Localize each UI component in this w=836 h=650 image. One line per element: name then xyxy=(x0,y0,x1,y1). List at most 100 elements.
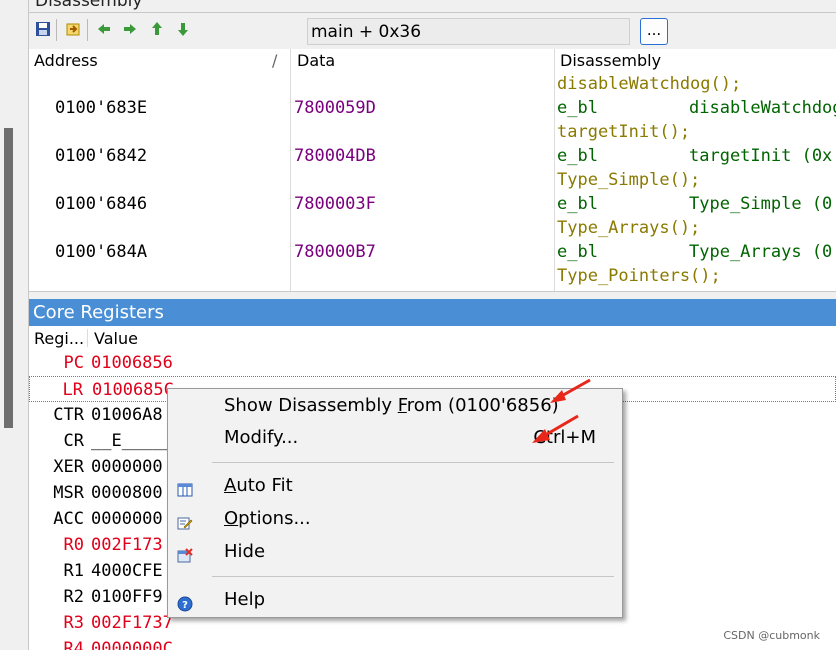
instruction-address: 0100'683E xyxy=(55,98,148,118)
column-resize-marker: / xyxy=(272,51,278,70)
save-icon[interactable] xyxy=(35,21,51,37)
instruction-operand: disableWatchdog xyxy=(689,98,836,118)
instruction-mnemonic: e_bl xyxy=(557,242,598,262)
register-name: MSR xyxy=(53,483,84,503)
menu-item-label: Options... xyxy=(224,504,311,534)
menu-item-label: Hide xyxy=(224,541,266,562)
menu-item-label: Help xyxy=(224,589,266,610)
arrow-right-icon[interactable] xyxy=(122,21,138,37)
register-name: R3 xyxy=(63,613,84,633)
address-expression-input[interactable]: main + 0x36 xyxy=(307,18,630,45)
register-value[interactable]: 0100685C xyxy=(92,377,174,403)
register-name: R2 xyxy=(63,587,84,607)
instruction-data: 7800059D xyxy=(294,98,376,118)
instruction-address: 0100'6846 xyxy=(55,194,148,214)
annotation-arrow-icon xyxy=(550,378,591,403)
register-value[interactable]: 01006A8 xyxy=(91,402,163,428)
menu-item-help[interactable]: ? Help xyxy=(168,585,622,615)
register-name: R1 xyxy=(63,561,84,581)
register-value[interactable]: 0000800 xyxy=(91,480,163,506)
arrow-down-icon[interactable] xyxy=(175,21,191,37)
menu-item-label: Show Disassembly From (0100'6856) xyxy=(224,391,559,421)
register-value[interactable]: 0000000C xyxy=(91,636,173,650)
register-row[interactable]: PC 01006856 xyxy=(29,350,836,376)
column-header-register[interactable]: Regi... xyxy=(34,329,84,348)
menu-item-hide[interactable]: Hide xyxy=(168,537,622,567)
menu-item-accelerator: F xyxy=(397,395,407,416)
register-name: CR xyxy=(63,431,84,451)
instruction-operand: targetInit (0x xyxy=(689,146,833,166)
register-value[interactable]: 0000000 xyxy=(91,506,163,532)
disassembly-view[interactable]: Address / Data Disassembly disableWatchd… xyxy=(29,49,836,292)
column-header-data[interactable]: Data xyxy=(297,49,335,73)
instruction-address: 0100'6842 xyxy=(55,146,148,166)
column-divider[interactable] xyxy=(290,49,291,291)
instruction-mnemonic: e_bl xyxy=(557,146,598,166)
arrow-up-icon[interactable] xyxy=(149,21,165,37)
help-icon: ? xyxy=(177,592,193,612)
menu-item-accelerator: O xyxy=(224,508,239,529)
menu-item-label-part: uto Fit xyxy=(236,475,293,496)
core-registers-title-bar[interactable]: Core Registers xyxy=(29,299,836,326)
register-value[interactable]: 01006856 xyxy=(91,350,173,376)
register-name: R4 xyxy=(63,639,84,650)
svg-text:?: ? xyxy=(182,600,188,611)
column-header-address[interactable]: Address xyxy=(34,49,98,73)
register-name: ACC xyxy=(53,509,84,529)
column-header-value[interactable]: Value xyxy=(94,329,138,348)
source-line: Type_Arrays(); xyxy=(557,218,701,238)
register-value[interactable]: 0000000 xyxy=(91,454,163,480)
column-divider[interactable] xyxy=(87,329,88,347)
browse-button[interactable]: ... xyxy=(640,18,668,45)
menu-item-label-part: Show Disassembly xyxy=(224,395,398,416)
watermark: CSDN @cubmonk xyxy=(723,629,820,642)
menu-item-auto-fit[interactable]: Auto Fit xyxy=(168,471,622,501)
core-registers-title: Core Registers xyxy=(33,302,164,323)
goto-arrow-icon[interactable] xyxy=(65,21,81,37)
scrollbar-thumb[interactable] xyxy=(4,128,13,428)
instruction-mnemonic: e_bl xyxy=(557,194,598,214)
source-line: Type_Pointers(); xyxy=(557,266,721,286)
options-edit-icon xyxy=(177,511,193,530)
menu-item-label: Auto Fit xyxy=(224,471,293,501)
register-value[interactable]: 002F1737 xyxy=(91,610,173,636)
column-divider[interactable] xyxy=(554,49,555,291)
instruction-operand: Type_Arrays (0 xyxy=(689,242,833,262)
menu-item-label-part: ptions... xyxy=(238,508,311,529)
register-row[interactable]: R4 0000000C xyxy=(29,636,836,650)
register-name: PC xyxy=(63,353,84,373)
menu-separator xyxy=(212,462,614,463)
source-line: Type_Simple(); xyxy=(557,170,701,190)
source-line: disableWatchdog(); xyxy=(557,74,742,94)
toolbar-separator xyxy=(87,19,88,41)
source-line: targetInit(); xyxy=(557,122,691,142)
instruction-mnemonic: e_bl xyxy=(557,98,598,118)
instruction-operand: Type_Simple (0 xyxy=(689,194,833,214)
register-value[interactable]: 002F173 xyxy=(91,532,163,558)
left-dock-strip xyxy=(0,0,29,650)
register-value[interactable]: __E_____ xyxy=(91,428,173,454)
hide-window-icon xyxy=(177,544,193,563)
toolbar-separator xyxy=(56,19,57,41)
register-name: XER xyxy=(53,457,84,477)
register-value[interactable]: 0100FF9 xyxy=(91,584,163,610)
auto-fit-columns-icon xyxy=(177,478,193,497)
annotation-arrow-icon xyxy=(532,414,579,443)
register-value[interactable]: 4000CFE xyxy=(91,558,163,584)
register-name: R0 xyxy=(63,535,84,555)
menu-separator xyxy=(212,576,614,577)
menu-item-label: Modify... xyxy=(224,427,299,448)
arrow-left-icon[interactable] xyxy=(96,21,112,37)
menu-item-accelerator: A xyxy=(224,475,237,496)
instruction-data: 780004DB xyxy=(294,146,376,166)
disassembly-title: Disassembly xyxy=(35,0,143,11)
column-header-disassembly[interactable]: Disassembly xyxy=(560,49,661,73)
register-name: CTR xyxy=(53,405,84,425)
register-name: LR xyxy=(62,380,83,400)
disassembly-toolbar: main + 0x36 ... xyxy=(29,12,836,50)
menu-item-options[interactable]: Options... xyxy=(168,504,622,534)
instruction-data: 7800003F xyxy=(294,194,376,214)
instruction-address: 0100'684A xyxy=(55,242,148,262)
disassembly-title-bar: Disassembly xyxy=(29,0,836,12)
instruction-data: 780000B7 xyxy=(294,242,376,262)
